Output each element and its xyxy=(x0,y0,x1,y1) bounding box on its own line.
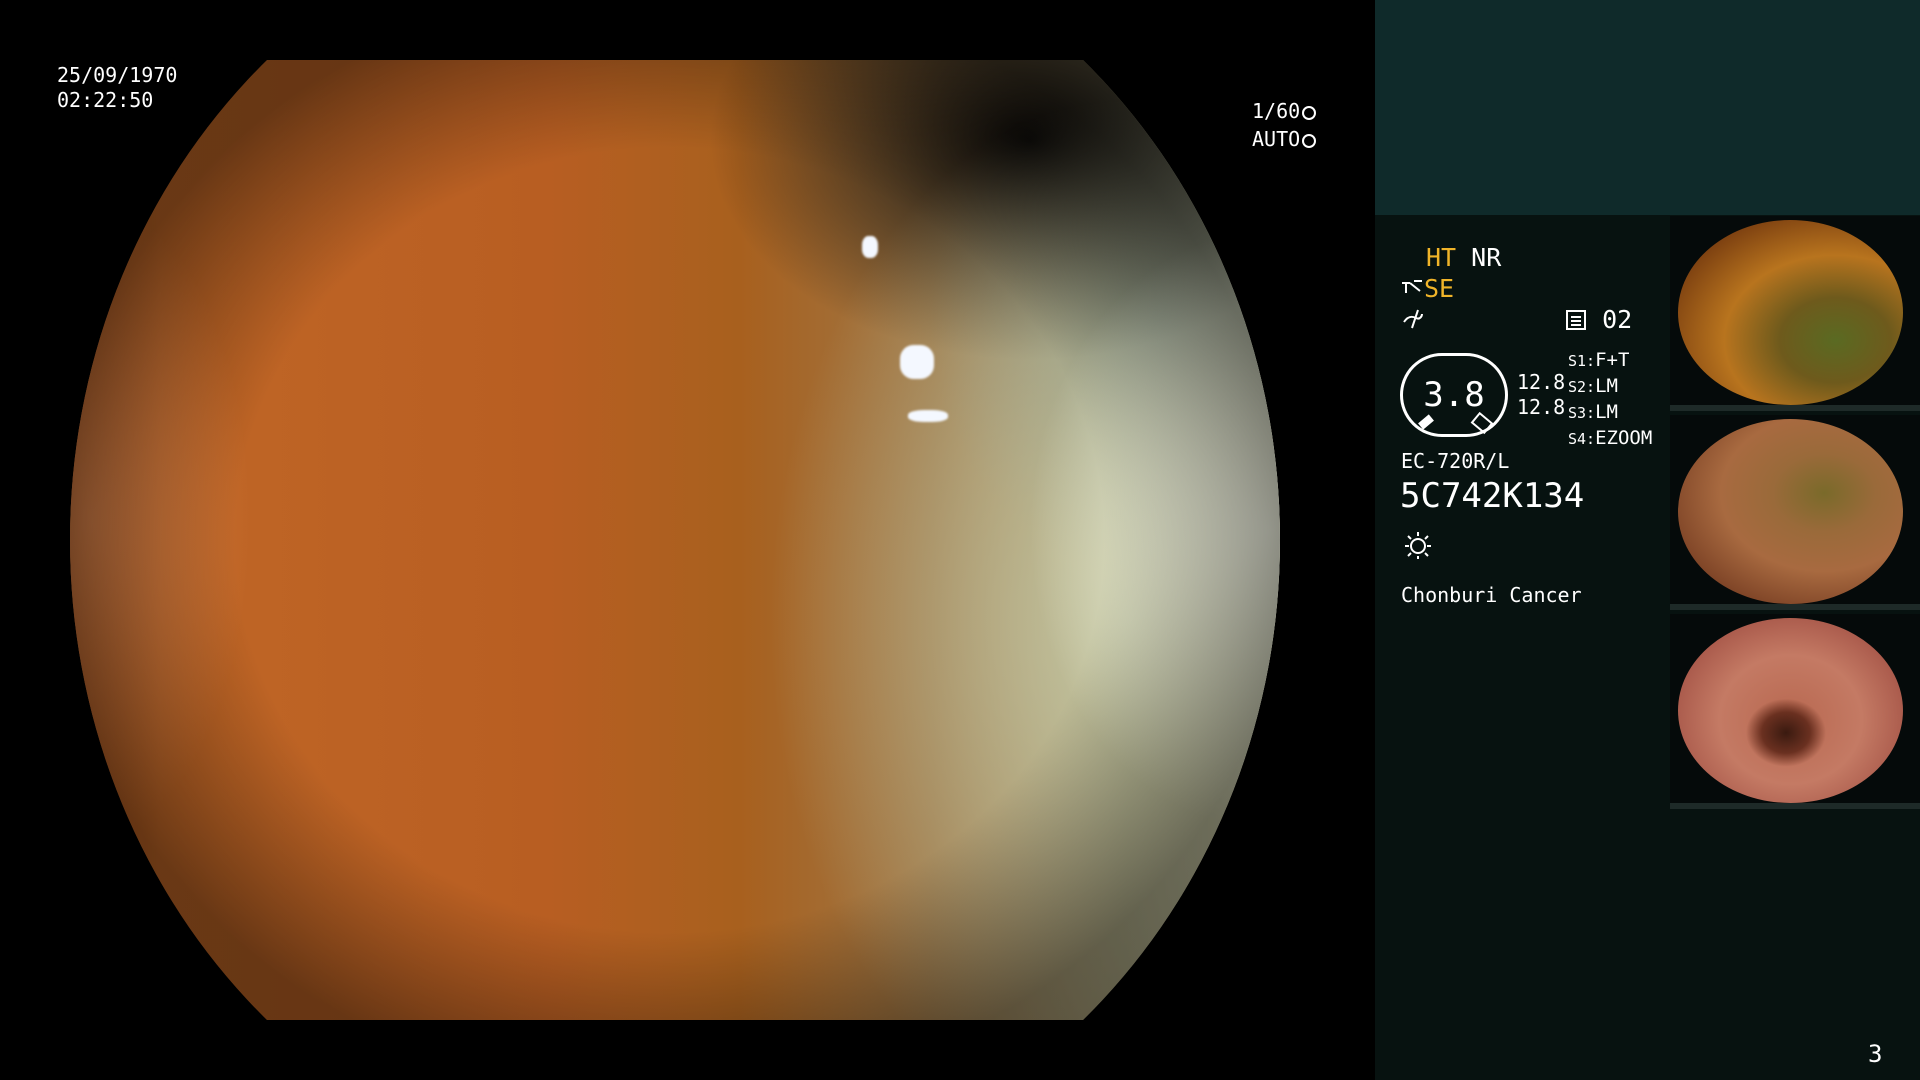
scope-vignette xyxy=(70,60,1280,1020)
zoom-dial: 3.8 xyxy=(1400,353,1508,437)
se-label: SE xyxy=(1424,274,1455,303)
dial-value: 3.8 xyxy=(1423,375,1485,415)
thumbnail[interactable] xyxy=(1670,415,1920,610)
switch-row: S4:EZOOM xyxy=(1568,427,1653,449)
light-reflection xyxy=(862,236,878,258)
light-reflection xyxy=(900,345,934,379)
freeze-icon xyxy=(1402,280,1422,293)
timestamp: 25/09/1970 02:22:50 xyxy=(57,63,177,113)
nr-label: NR xyxy=(1471,243,1502,272)
dial-scale: 12.8 12.8 xyxy=(1517,370,1565,420)
enhancement-modes: HT NR xyxy=(1426,243,1501,273)
dial-marker xyxy=(1418,414,1434,430)
thumbnail[interactable] xyxy=(1670,614,1920,809)
memory-icon xyxy=(1566,310,1586,330)
time-text: 02:22:50 xyxy=(57,88,154,112)
dial-lower-value: 12.8 xyxy=(1517,395,1566,419)
switch-row: S1:F+T xyxy=(1568,349,1630,371)
switch-row: S3:LM xyxy=(1568,401,1618,423)
institution-name: Chonburi Cancer xyxy=(1401,583,1582,607)
exposure-readout: 1/60 AUTO xyxy=(1252,97,1317,153)
scope-serial: 5C742K134 xyxy=(1400,476,1585,516)
thumbnail[interactable] xyxy=(1670,216,1920,411)
enhance-icon xyxy=(1402,308,1424,334)
dial-upper-value: 12.8 xyxy=(1517,370,1566,394)
ht-label: HT xyxy=(1426,243,1457,272)
date-text: 25/09/1970 xyxy=(57,63,178,87)
thumbnail-image xyxy=(1678,220,1903,405)
memory-channel-value: 02 xyxy=(1602,305,1633,334)
light-reflection xyxy=(908,410,948,422)
memory-channel: 02 xyxy=(1565,305,1632,335)
panel-header-area xyxy=(1375,0,1920,215)
se-row: SE xyxy=(1400,274,1454,304)
aperture-icon xyxy=(1302,106,1317,120)
shutter-speed: 1/60 xyxy=(1252,99,1301,123)
thumbnail-image xyxy=(1678,618,1903,803)
switch-list: S1:F+T S2:LM S3:LM S4:EZOOM xyxy=(1568,348,1652,452)
page-number: 3 xyxy=(1868,1040,1883,1068)
iris-icon xyxy=(1302,134,1317,148)
scope-model: EC-720R/L xyxy=(1401,449,1510,473)
endoscope-image xyxy=(70,60,1280,1020)
thumbnail-image xyxy=(1678,419,1903,604)
switch-row: S2:LM xyxy=(1568,375,1618,397)
iris-mode: AUTO xyxy=(1252,127,1301,151)
light-source-icon xyxy=(1403,530,1433,564)
